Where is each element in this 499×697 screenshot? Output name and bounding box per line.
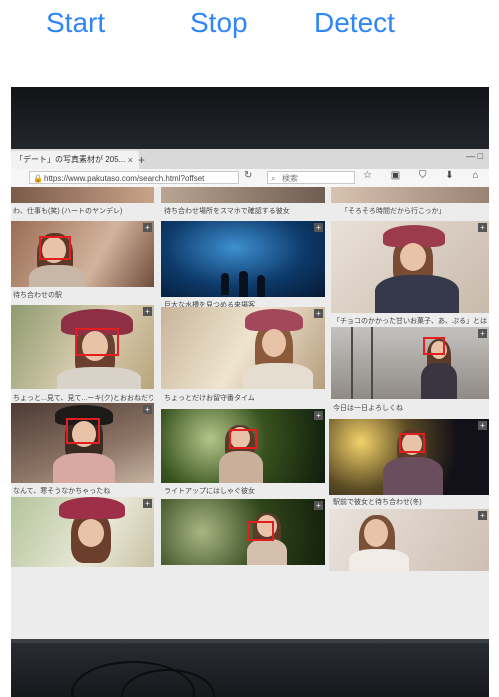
photo-caption: ちょっと...見て、見て...ーキ(ク)とおおねだりするガール <box>13 395 153 402</box>
browser-search-field: ⌕ 検索 <box>267 171 355 184</box>
face-detection-box <box>75 328 119 356</box>
photo-caption: ライトアップにはしゃぐ彼女 <box>164 488 255 495</box>
face-detection-box <box>39 236 71 260</box>
add-icon: + <box>143 223 152 232</box>
photo-caption: 待ち合わせ場所をスマホで確認する彼女 <box>164 208 290 215</box>
add-icon: + <box>314 309 323 318</box>
face-detection-box <box>399 433 425 453</box>
url-field: 🔒 https://www.pakutaso.com/search.html?o… <box>29 171 239 184</box>
url-text: https://www.pakutaso.com/search.html?off… <box>44 174 205 183</box>
add-icon: + <box>143 405 152 414</box>
photo-thumbnail <box>11 187 154 203</box>
photo-grid: わ、仕事も(笑) (ハートのヤンデレ) 待ち合わせ場所をスマホで確認する彼女 「… <box>11 187 489 639</box>
photo-thumbnail: + <box>11 221 154 287</box>
photo-thumbnail <box>331 187 489 203</box>
photo-thumbnail: + <box>161 221 325 297</box>
stop-button[interactable]: Stop <box>190 6 248 40</box>
photo-thumbnail: + <box>161 499 325 565</box>
add-icon: + <box>314 223 323 232</box>
new-tab-icon: + <box>138 153 146 167</box>
face-detection-box <box>248 521 274 541</box>
photo-caption: 「そろそろ時間だから行こっか」 <box>341 208 446 215</box>
lock-icon: 🔒 <box>33 174 43 183</box>
search-placeholder: 検索 <box>282 174 298 183</box>
reload-icon: ↻ <box>244 170 253 181</box>
desk-surface <box>11 639 489 697</box>
face-detection-box <box>423 337 445 355</box>
add-icon: + <box>143 499 152 508</box>
face-detection-box <box>66 418 100 444</box>
search-icon: ⌕ <box>271 174 276 183</box>
monitor-screen: 「デート」の写真素材が 205... × + — □ 🔒 https://www… <box>11 149 489 639</box>
detect-button[interactable]: Detect <box>314 6 395 40</box>
add-icon: + <box>314 411 323 420</box>
start-button[interactable]: Start <box>46 6 105 40</box>
browser-tab: 「デート」の写真素材が 205... × <box>11 151 139 169</box>
photo-thumbnail: + <box>329 419 489 495</box>
browser-url-bar: 🔒 https://www.pakutaso.com/search.html?o… <box>11 169 489 188</box>
browser-tab-bar: 「デート」の写真素材が 205... × + — □ <box>11 149 489 169</box>
photo-caption: 駅前で彼女と待ち合わせ(冬) <box>333 499 422 506</box>
tab-close-icon: × <box>127 155 133 165</box>
add-icon: + <box>314 501 323 510</box>
add-icon: + <box>478 223 487 232</box>
photo-thumbnail: + <box>331 221 489 313</box>
photo-caption: 待ち合わせの駅 <box>13 292 62 299</box>
photo-caption: 今日は一日よろしくね <box>333 405 403 412</box>
photo-thumbnail <box>161 187 325 203</box>
browser-toolbar-icons: ☆ ▣ ⛉ ⬇ ⌂ ☻ <box>363 170 489 181</box>
add-icon: + <box>478 329 487 338</box>
photo-thumbnail: + <box>331 327 489 399</box>
monitor-bezel <box>11 87 489 149</box>
photo-thumbnail: + <box>329 509 489 571</box>
photo-thumbnail: + <box>161 307 325 389</box>
photo-thumbnail: + <box>11 497 154 567</box>
face-detection-box <box>229 429 257 449</box>
photo-caption: ちょっとだけお留守番タイム <box>164 395 255 402</box>
window-controls: — □ <box>466 151 483 161</box>
browser-tab-title: 「デート」の写真素材が 205... <box>15 155 126 164</box>
add-icon: + <box>478 421 487 430</box>
top-toolbar: Start Stop Detect <box>0 0 499 60</box>
add-icon: + <box>143 307 152 316</box>
photo-caption: わ、仕事も(笑) (ハートのヤンデレ) <box>13 208 123 215</box>
camera-preview: 「デート」の写真素材が 205... × + — □ 🔒 https://www… <box>11 87 489 697</box>
photo-caption: 「チョコのかかった甘いお菓子、あ、ぷる」とはにかむ美女 <box>333 318 487 325</box>
photo-caption: なんて、寒そうなかちゃったね <box>13 488 111 495</box>
add-icon: + <box>478 511 487 520</box>
